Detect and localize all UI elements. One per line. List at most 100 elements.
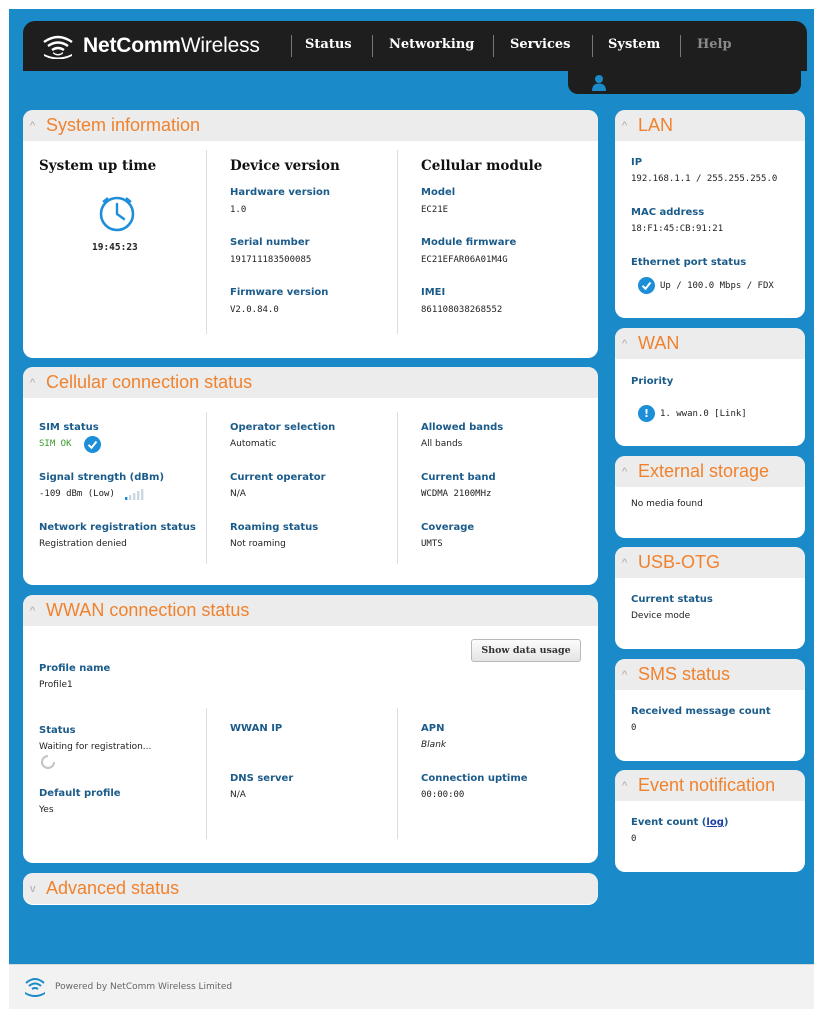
panel-title: LAN: [638, 115, 674, 135]
panel-header[interactable]: ^ LAN: [615, 110, 805, 141]
firmware-version-label: Firmware version: [230, 287, 329, 298]
panel-title: USB-OTG: [638, 552, 721, 572]
current-operator-label: Current operator: [230, 472, 326, 483]
info-badge-icon: !: [638, 405, 655, 422]
device-version-heading: Device version: [230, 158, 340, 174]
brand-name-light: Wireless: [180, 34, 260, 57]
nav-separator: [372, 35, 373, 57]
allowed-bands-value: All bands: [421, 439, 463, 449]
module-firmware-value: EC21EFAR06A01M4G: [421, 255, 508, 265]
profile-name-label: Profile name: [39, 663, 111, 674]
apn-label: APN: [421, 723, 445, 734]
model-value: EC21E: [421, 205, 449, 215]
system-information-panel: ^ System information System up time 19:45…: [23, 110, 598, 358]
user-bar: [556, 71, 801, 94]
uptime-value: 19:45:23: [92, 242, 138, 253]
panel-header[interactable]: ^ SMS status: [615, 659, 805, 690]
panel-title: Advanced status: [46, 878, 180, 898]
nav-status[interactable]: Status: [305, 37, 352, 52]
panel-title: External storage: [638, 461, 770, 481]
mac-address-label: MAC address: [631, 207, 705, 218]
panel-header[interactable]: ^ External storage: [615, 456, 805, 487]
advanced-status-panel[interactable]: v Advanced status: [23, 873, 598, 905]
check-circle-icon: [84, 436, 101, 453]
chevron-down-icon: v: [30, 882, 36, 895]
firmware-version-value: V2.0.84.0: [230, 305, 279, 315]
current-operator-value: N/A: [230, 489, 246, 499]
priority-value: 1. wwan.0 [Link]: [660, 409, 747, 419]
signal-strength-label: Signal strength (dBm): [39, 472, 165, 483]
allowed-bands-label: Allowed bands: [421, 422, 504, 433]
default-profile-label: Default profile: [39, 788, 121, 799]
imei-value: 861108038268552: [421, 305, 503, 315]
chevron-up-icon: ^: [622, 668, 628, 681]
chevron-up-icon: ^: [622, 465, 628, 478]
event-count-label-text: Event count (: [631, 817, 707, 828]
hardware-version-label: Hardware version: [230, 187, 330, 198]
event-count-label-end: ): [723, 817, 729, 828]
cellular-connection-panel: ^ Cellular connection status SIM status S…: [23, 367, 598, 585]
nav-system[interactable]: System: [608, 37, 660, 52]
chevron-up-icon: ^: [30, 376, 36, 389]
panel-header[interactable]: ^ Cellular connection status: [23, 367, 598, 398]
netcomm-wifi-logo-icon: [25, 978, 45, 997]
column-divider: [206, 150, 207, 334]
event-count-label: Event count (log): [631, 817, 728, 828]
mac-address-value: 18:F1:45:CB:91:21: [631, 224, 724, 234]
column-divider: [397, 150, 398, 334]
module-firmware-label: Module firmware: [421, 237, 517, 248]
lan-ip-value: 192.168.1.1 / 255.255.255.0: [631, 174, 778, 184]
user-icon[interactable]: [591, 74, 607, 91]
panel-title: WWAN connection status: [46, 600, 250, 620]
chevron-up-icon: ^: [622, 556, 628, 569]
roaming-status-value: Not roaming: [230, 539, 286, 549]
nav-separator: [680, 35, 681, 57]
operator-selection-label: Operator selection: [230, 422, 336, 433]
roaming-status-label: Roaming status: [230, 522, 319, 533]
nav-services[interactable]: Services: [510, 37, 571, 52]
brand-name: NetCommWireless: [83, 34, 260, 58]
chevron-up-icon: ^: [622, 119, 628, 132]
ethernet-port-status-value: Up / 100.0 Mbps / FDX: [660, 281, 774, 291]
operator-selection-value: Automatic: [230, 439, 277, 449]
column-divider: [397, 708, 398, 839]
brand-name-bold: NetComm: [83, 34, 181, 57]
event-log-link[interactable]: log: [706, 817, 723, 828]
panel-header[interactable]: ^ WAN: [615, 328, 805, 359]
external-storage-panel: ^ External storage No media found: [615, 456, 805, 538]
panel-header[interactable]: ^ Event notification: [615, 770, 805, 801]
chevron-up-icon: ^: [30, 119, 36, 132]
wan-panel: ^ WAN Priority ! 1. wwan.0 [Link]: [615, 328, 805, 446]
wwan-connection-panel: ^ WWAN connection status Show data usage …: [23, 595, 598, 863]
hardware-version-value: 1.0: [230, 205, 247, 215]
panel-header[interactable]: ^ USB-OTG: [615, 547, 805, 578]
loading-spinner-icon: [41, 755, 55, 769]
nav-separator: [493, 35, 494, 57]
panel-header[interactable]: v Advanced status: [23, 873, 598, 904]
event-notification-panel: ^ Event notification Event count (log) 0: [615, 770, 805, 872]
nav-separator: [592, 35, 593, 57]
current-band-value: WCDMA 2100MHz: [421, 489, 492, 499]
footer: Powered by NetComm Wireless Limited: [9, 964, 814, 1009]
netcomm-wifi-logo-icon: [43, 35, 73, 59]
lan-panel: ^ LAN IP 192.168.1.1 / 255.255.255.0 MAC …: [615, 110, 805, 318]
sms-status-panel: ^ SMS status Received message count 0: [615, 659, 805, 761]
ethernet-port-status-label: Ethernet port status: [631, 257, 747, 268]
network-registration-value: Registration denied: [39, 539, 127, 549]
chevron-up-icon: ^: [622, 779, 628, 792]
event-count-value: 0: [631, 834, 637, 844]
show-data-usage-button[interactable]: Show data usage: [471, 639, 581, 662]
usb-current-status-label: Current status: [631, 594, 713, 605]
nav-help[interactable]: Help: [697, 37, 732, 52]
brand-logo[interactable]: NetCommWireless: [41, 33, 260, 59]
apn-value: Blank: [421, 740, 447, 750]
panel-title: Event notification: [638, 775, 776, 795]
panel-header[interactable]: ^ System information: [23, 110, 598, 141]
page-background: NetCommWireless Status Networking Servic…: [9, 9, 814, 1009]
coverage-value: UMTS: [421, 539, 443, 549]
nav-networking[interactable]: Networking: [389, 37, 474, 52]
dns-server-label: DNS server: [230, 773, 294, 784]
received-message-count-value: 0: [631, 723, 637, 733]
panel-header[interactable]: ^ WWAN connection status: [23, 595, 598, 626]
serial-number-label: Serial number: [230, 237, 310, 248]
